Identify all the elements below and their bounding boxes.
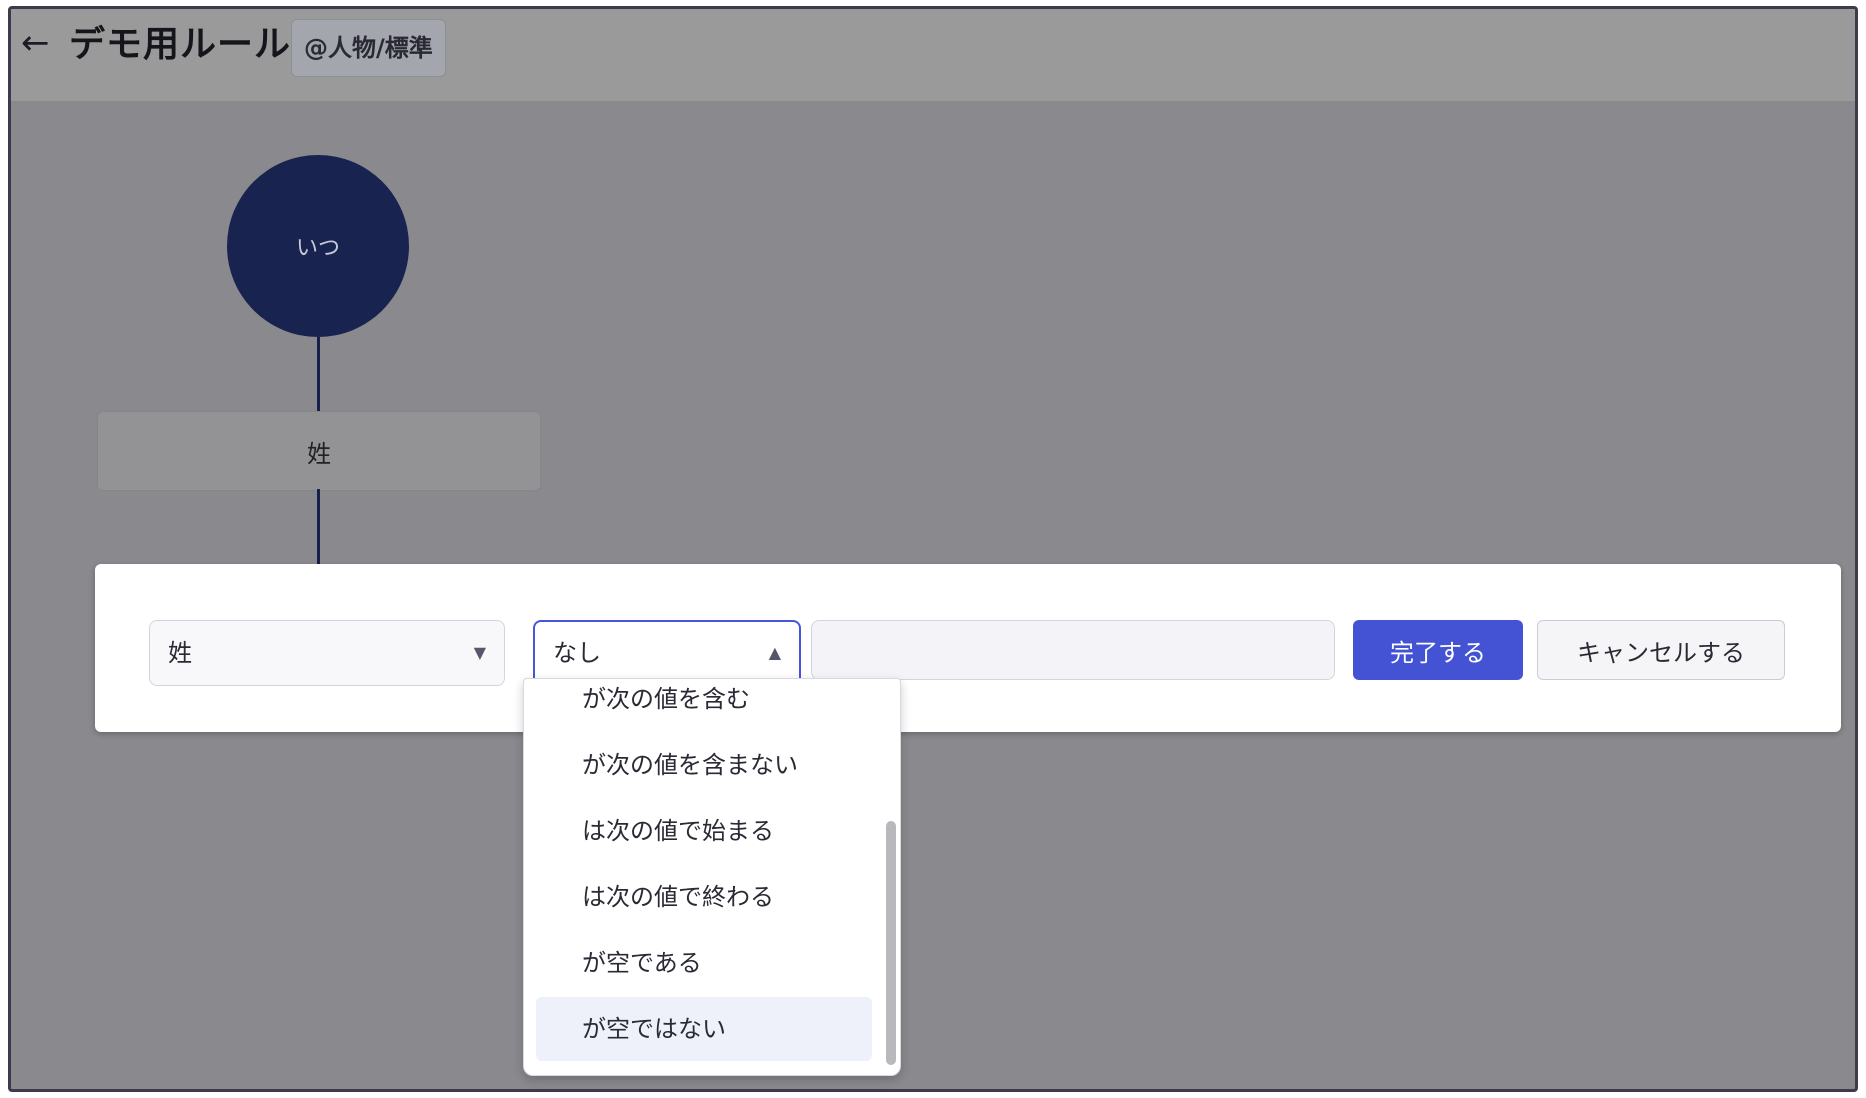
operator-select-value: なし [553, 639, 601, 667]
caret-down-icon: ▼ [473, 643, 486, 662]
page-title: デモ用ルール [69, 24, 292, 65]
field-select[interactable]: 姓 ▼ [149, 620, 505, 686]
connector-line [317, 337, 320, 411]
operator-select[interactable]: なし ▲ [533, 620, 801, 686]
done-button[interactable]: 完了する [1353, 620, 1523, 680]
app-window: ← デモ用ルール @人物/標準 いつ 姓 姓 ▼ なし ▲ 完了する キャンセル… [8, 6, 1858, 1092]
arrow-left-icon[interactable]: ← [21, 23, 50, 63]
scope-badge: @人物/標準 [291, 19, 446, 77]
caret-up-icon: ▲ [768, 643, 781, 662]
rule-header: ← デモ用ルール @人物/標準 [11, 9, 1855, 102]
operator-option[interactable]: は次の値で終わる [536, 865, 872, 929]
operator-option[interactable]: が次の値を含まない [536, 733, 872, 797]
field-node-label: 姓 [307, 439, 331, 468]
operator-option-highlighted[interactable]: が空ではない [536, 997, 872, 1061]
value-input[interactable] [811, 620, 1335, 680]
when-node-label: いつ [295, 236, 340, 261]
connector-line [317, 489, 320, 564]
operator-option[interactable]: は次の値で始まる [536, 799, 872, 863]
cancel-button[interactable]: キャンセルする [1537, 620, 1785, 680]
condition-editor-panel: 姓 ▼ なし ▲ 完了する キャンセルする [95, 564, 1841, 732]
field-node[interactable]: 姓 [97, 411, 541, 491]
dropdown-scrollbar[interactable] [886, 821, 896, 1065]
flow-canvas: いつ 姓 姓 ▼ なし ▲ 完了する キャンセルする [11, 101, 1855, 1089]
operator-option[interactable]: が次の値を含む [536, 679, 872, 731]
operator-dropdown: が次の値を含む が次の値を含まない は次の値で始まる は次の値で終わる が空であ… [523, 678, 901, 1076]
operator-option[interactable]: が空である [536, 931, 872, 995]
when-node[interactable]: いつ [227, 155, 409, 337]
field-select-value: 姓 [168, 639, 192, 667]
